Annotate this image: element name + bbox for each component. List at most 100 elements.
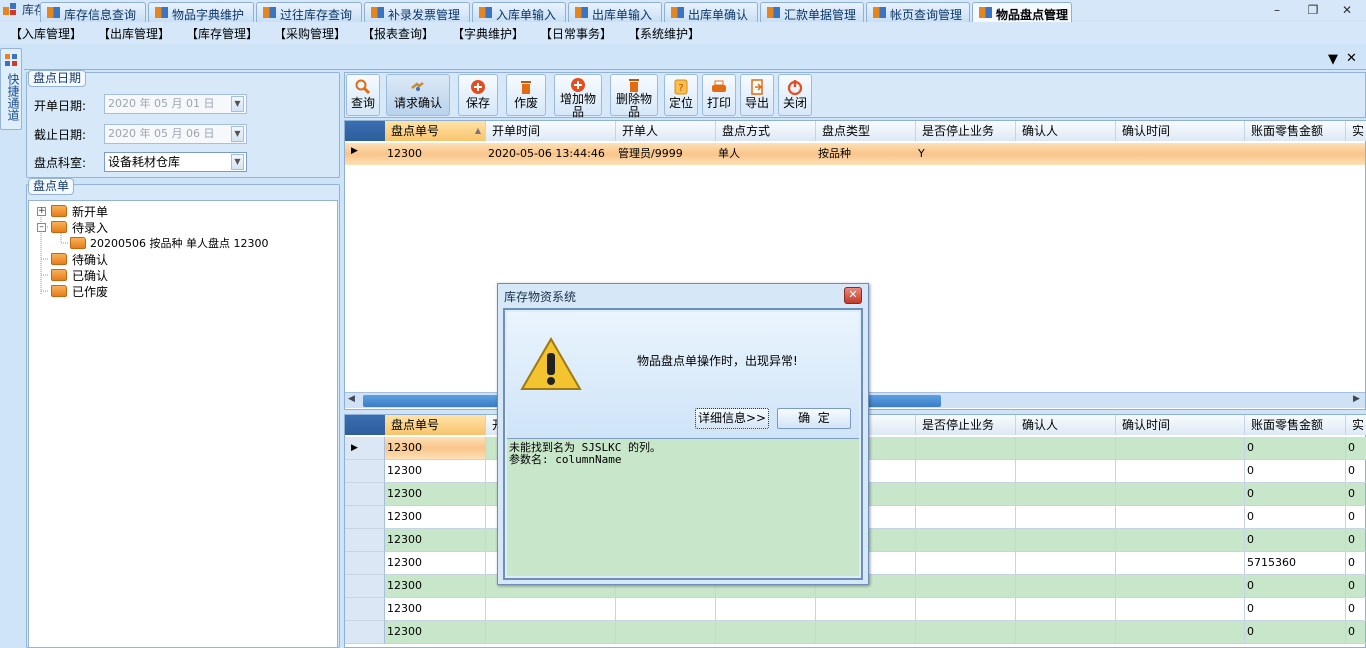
col-confirmer[interactable]: 确认人	[1016, 121, 1116, 141]
col-order-no[interactable]: 盘点单号 ▲	[385, 121, 486, 141]
col-type[interactable]: 盘点类型	[816, 121, 916, 141]
dialog-close-icon[interactable]: ✕	[844, 287, 862, 304]
col-actual[interactable]: 实	[1346, 121, 1366, 141]
minimize-icon[interactable]: –	[1268, 2, 1286, 18]
col-actual[interactable]: 实	[1346, 415, 1366, 435]
col-stop-business[interactable]: 是否停止业务	[916, 121, 1016, 141]
tree-node-pending-confirm[interactable]: 待确认	[72, 251, 108, 268]
col-confirm-time[interactable]: 确认时间	[1116, 415, 1245, 435]
print-button[interactable]: 打印	[702, 74, 736, 116]
tab-remittance[interactable]: 汇款单据管理	[760, 2, 864, 22]
cell-empty	[1116, 483, 1245, 506]
col-retail-amount[interactable]: 账面零售金额	[1245, 121, 1346, 141]
cell-empty	[916, 506, 1016, 529]
tree-node-confirmed[interactable]: 已确认	[72, 267, 108, 284]
tab-outbound-entry[interactable]: 出库单输入	[568, 2, 662, 22]
tab-close-icon[interactable]: ✕	[1346, 51, 1357, 66]
cell-retail-amount: 0	[1245, 621, 1346, 644]
col-confirm-time[interactable]: 确认时间	[1116, 121, 1245, 141]
tab-label: 帐页查询管理	[890, 8, 963, 22]
save-button[interactable]: 保存	[458, 74, 498, 116]
start-date-field[interactable]: 2020 年 05 月 01 日	[104, 94, 247, 114]
menu-daily[interactable]: 【日常事务】	[540, 25, 612, 42]
dept-select[interactable]: 设备耗材仓库	[104, 152, 247, 172]
tree-node-pending-entry[interactable]: 待录入	[72, 219, 108, 236]
menu-outbound[interactable]: 【出库管理】	[98, 25, 170, 42]
col-stop-business[interactable]: 是否停止业务	[916, 415, 1016, 435]
col-opener[interactable]: 开单人	[616, 121, 716, 141]
cell-actual: 0	[1346, 437, 1366, 460]
quick-access-strip[interactable]: 快捷通道	[0, 48, 22, 130]
end-date-field[interactable]: 2020 年 05 月 06 日	[104, 124, 247, 144]
end-date-value: 2020 年 05 月 06 日	[108, 127, 215, 140]
menu-reports[interactable]: 【报表查询】	[362, 25, 434, 42]
tab-stocktake[interactable]: 物品盘点管理	[972, 2, 1072, 22]
tree-node-order[interactable]: 20200506 按品种 单人盘点 12300	[90, 235, 268, 251]
delete-item-button[interactable]: 删除物品	[610, 74, 658, 119]
menu-system[interactable]: 【系统维护】	[628, 25, 700, 42]
cell-empty	[816, 598, 916, 621]
export-button[interactable]: 导出	[740, 74, 774, 116]
menu-inventory[interactable]: 【库存管理】	[186, 25, 258, 42]
cell-empty	[1116, 506, 1245, 529]
tab-label: 库存信息查询	[64, 8, 137, 22]
expand-icon[interactable]: +	[37, 207, 46, 216]
locate-button[interactable]: ? 定位	[664, 74, 698, 116]
row-header	[345, 529, 385, 552]
cell-retail-amount: 0	[1245, 529, 1346, 552]
cell-empty	[486, 621, 616, 644]
grid-corner	[345, 415, 385, 435]
col-order-no[interactable]: 盘点单号	[385, 415, 486, 435]
table-row[interactable]: ▶ 12300 2020-05-06 13:44:46 管理员/9999 单人 …	[345, 143, 1365, 165]
close-icon[interactable]: ✕	[1338, 2, 1356, 18]
restore-icon[interactable]: ❐	[1304, 2, 1322, 18]
ok-button[interactable]: 确 定	[777, 408, 851, 429]
menu-purchase[interactable]: 【采购管理】	[274, 25, 346, 42]
chevron-down-icon[interactable]: ▼	[231, 154, 244, 170]
close-button[interactable]: 关闭	[778, 74, 812, 116]
menu-dictionary[interactable]: 【字典维护】	[452, 25, 524, 42]
cell-empty	[916, 598, 1016, 621]
printer-icon	[712, 80, 726, 92]
tab-ledger[interactable]: 帐页查询管理	[866, 2, 970, 22]
tree-node-voided[interactable]: 已作废	[72, 283, 108, 300]
table-row[interactable]: 12300 0 0	[345, 598, 1366, 621]
tab-past-stock[interactable]: 过往库存查询	[256, 2, 362, 22]
menu-inbound[interactable]: 【入库管理】	[10, 25, 82, 42]
chevron-down-icon[interactable]: ▼	[231, 126, 244, 142]
void-button[interactable]: 作废	[506, 74, 546, 116]
tab-list-icon[interactable]: ▼	[1328, 52, 1338, 67]
cell-empty	[616, 598, 716, 621]
app-logo-icon	[3, 3, 16, 15]
scroll-left-icon[interactable]: ◀	[348, 394, 355, 404]
end-date-label: 截止日期:	[34, 128, 87, 142]
cell-order-no: 12300	[385, 552, 486, 575]
detail-button[interactable]: 详细信息>>	[695, 408, 769, 429]
tab-stock-info[interactable]: 库存信息查询	[40, 2, 146, 22]
col-method[interactable]: 盘点方式	[716, 121, 816, 141]
table-row[interactable]: 12300 0 0	[345, 621, 1366, 644]
tab-inbound-entry[interactable]: 入库单输入	[472, 2, 566, 22]
query-button[interactable]: 查询	[346, 74, 380, 116]
tab-item-dictionary[interactable]: 物品字典维护	[148, 2, 254, 22]
tab-icon	[155, 7, 168, 18]
col-confirmer[interactable]: 确认人	[1016, 415, 1116, 435]
folder-icon	[51, 221, 67, 233]
tab-outbound-confirm[interactable]: 出库单确认	[664, 2, 758, 22]
cell-actual: 0	[1346, 483, 1366, 506]
add-item-button[interactable]: 增加物品	[554, 74, 602, 119]
folder-icon	[51, 285, 67, 297]
error-detail: 未能找到名为 SJSLKC 的列。 参数名: columnName	[507, 438, 859, 576]
chevron-down-icon[interactable]: ▼	[231, 96, 244, 112]
scroll-right-icon[interactable]: ▶	[1353, 394, 1360, 404]
col-retail-amount[interactable]: 账面零售金额	[1245, 415, 1346, 435]
tree-node-new[interactable]: 新开单	[72, 203, 108, 220]
tab-invoice[interactable]: 补录发票管理	[364, 2, 470, 22]
request-confirm-button[interactable]: 请求确认	[386, 74, 450, 116]
col-open-time[interactable]: 开单时间	[486, 121, 616, 141]
quick-access-icon	[5, 54, 17, 66]
tab-icon	[575, 7, 588, 18]
tab-label: 出库单输入	[592, 8, 653, 22]
collapse-icon[interactable]: –	[37, 223, 46, 232]
grid-corner	[345, 121, 385, 141]
